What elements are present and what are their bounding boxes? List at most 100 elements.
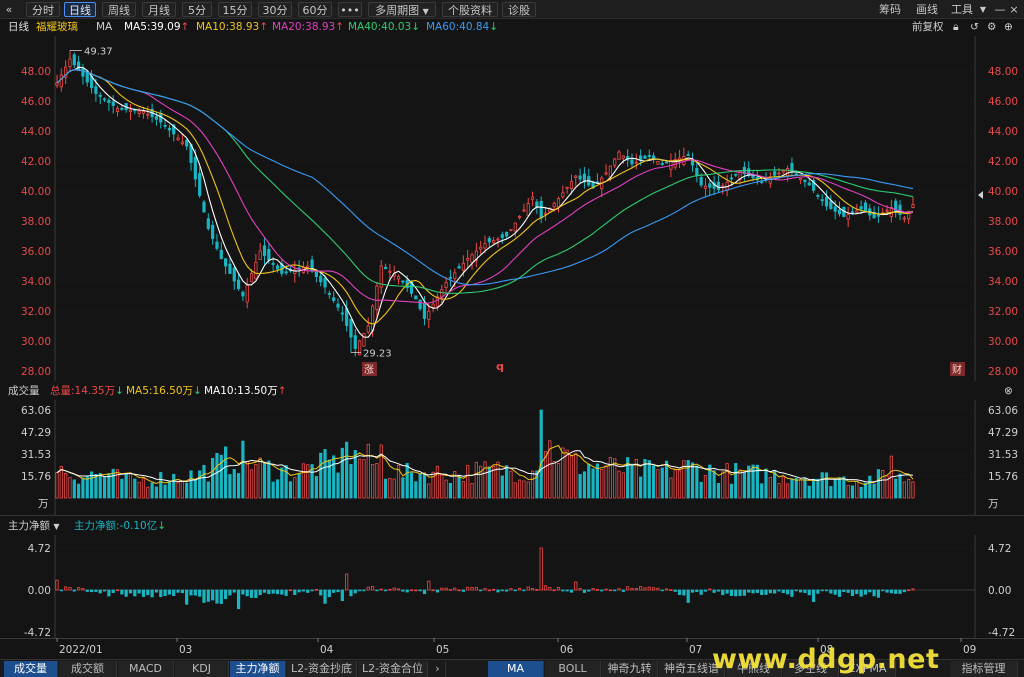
stock-name[interactable]: 福耀玻璃: [36, 19, 78, 36]
volume-label[interactable]: 成交量: [8, 383, 40, 400]
volume-bar: [336, 472, 340, 499]
candle-body: [59, 74, 63, 88]
tab-60min[interactable]: 60分: [298, 2, 332, 17]
candle-body: [167, 127, 172, 131]
flow-label[interactable]: 主力净额 ▼: [8, 518, 60, 535]
volume-bar: [600, 469, 604, 499]
tools-button[interactable]: 工具: [948, 2, 976, 17]
candle-body: [786, 168, 790, 177]
candle-body: [258, 250, 262, 261]
tab-ma[interactable]: MA: [488, 661, 544, 677]
candle-body: [107, 100, 111, 103]
flow-bar: [760, 589, 764, 596]
volume-bar: [284, 465, 288, 499]
volume-bar: [418, 473, 422, 499]
chips-button[interactable]: 筹码: [872, 2, 908, 17]
collapse-icon[interactable]: «: [4, 2, 14, 17]
volume-bar: [267, 460, 271, 499]
candle-body: [414, 295, 418, 300]
ma40-dir: ↓: [411, 21, 421, 33]
volume-bar: [621, 472, 625, 499]
tools-arrow-icon[interactable]: ▼: [978, 2, 988, 17]
draw-button[interactable]: 画线: [910, 2, 944, 17]
diagnose-button[interactable]: 诊股: [502, 2, 536, 17]
tab-weekly[interactable]: 周线: [102, 2, 136, 17]
add-icon[interactable]: ⊕: [1004, 19, 1013, 36]
volume-bar: [345, 441, 349, 499]
tab-macd[interactable]: MACD: [118, 661, 174, 677]
candle-body: [141, 111, 146, 114]
tab-turnover[interactable]: 成交额: [59, 661, 117, 677]
ma5-dir: ↑: [180, 21, 190, 33]
tab-daily[interactable]: 日线: [64, 2, 96, 17]
more-button[interactable]: •••: [338, 2, 362, 17]
volume-bar: [55, 472, 59, 499]
watermark: www.ddgp.net: [712, 644, 940, 675]
indicator-manage-button[interactable]: 指标管理: [950, 661, 1018, 677]
candle-body: [245, 284, 249, 303]
profile-button[interactable]: 个股资料: [442, 2, 498, 17]
candle-body: [68, 58, 72, 67]
volume-chart[interactable]: 63.06 63.06 47.29 47.29 31.53 31.53 15.76 15.76…: [0, 400, 1024, 516]
volume-bar: [414, 481, 418, 499]
close-icon[interactable]: ×: [1008, 2, 1020, 17]
period-label: 日线: [8, 21, 29, 33]
flow-bar: [483, 588, 487, 591]
candle-body: [232, 267, 236, 282]
flow-dir: ↓: [157, 520, 167, 532]
flow-bar: [98, 589, 102, 594]
volume-bar: [228, 474, 232, 499]
candle-body: [829, 200, 833, 210]
tab-30min[interactable]: 30分: [258, 2, 292, 17]
candle-body: [565, 186, 569, 189]
flow-bar: [487, 589, 491, 592]
flow-bar: [617, 588, 621, 591]
flow-bar: [824, 589, 829, 592]
flow-bar: [816, 589, 820, 594]
tab-boll[interactable]: BOLL: [545, 661, 601, 677]
flow-bar: [262, 589, 267, 593]
flow-bar: [881, 589, 885, 592]
candle-body: [353, 335, 357, 349]
date-label: 2022/01: [59, 644, 103, 656]
tab-monthly[interactable]: 月线: [142, 2, 176, 17]
volume-bar: [288, 481, 293, 499]
flow-bar: [604, 588, 608, 591]
ma60-reading: MA60:40.84↓: [426, 21, 499, 33]
flow-bar: [768, 589, 772, 594]
flow-bar: [401, 589, 405, 592]
volume-bg: [0, 400, 1024, 516]
minimize-icon[interactable]: —: [994, 2, 1006, 17]
volume-bar: [77, 483, 81, 499]
lock-icon[interactable]: 🔒︎: [953, 19, 959, 36]
adjust-toggle[interactable]: 前复权: [912, 19, 944, 36]
volume-bar: [340, 447, 344, 499]
volume-close-icon[interactable]: ⊗: [1004, 383, 1013, 400]
tab-scroll-right-icon[interactable]: ›: [430, 661, 446, 677]
candle-body: [876, 214, 881, 217]
flow-bar: [396, 588, 401, 591]
flow-bar: [375, 589, 379, 592]
price-chart[interactable]: 48.00 48.00 46.00 46.00 44.00 44.00 42.00 42.00…: [0, 36, 1024, 381]
ma60-name: MA60: [426, 21, 456, 33]
candle-body: [798, 177, 803, 181]
volume-bar: [461, 481, 465, 499]
vol-tick-right: 15.76: [988, 471, 1018, 483]
volume-bar: [842, 476, 846, 499]
flow-chart[interactable]: 4.72 4.72 0.00 0.00 -4.72 -4.72 2022/01 03 04 05 0…: [0, 535, 1024, 659]
multi-period-dropdown[interactable]: 多周期图 ▼: [368, 2, 436, 17]
flow-bar: [249, 589, 254, 598]
settings-icon[interactable]: ⚙: [987, 19, 996, 36]
tab-kdj[interactable]: KDJ: [175, 661, 229, 677]
tab-15min[interactable]: 15分: [218, 2, 252, 17]
tab-main-flow[interactable]: 主力净额: [230, 661, 286, 677]
tab-intraday[interactable]: 分时: [26, 2, 60, 17]
tab-magic9[interactable]: 神奇九转: [602, 661, 658, 677]
tab-5min[interactable]: 5分: [182, 2, 212, 17]
tab-l2-bottom[interactable]: L2-资金抄底: [287, 661, 357, 677]
back-icon[interactable]: ↺: [970, 19, 979, 36]
tab-l2-position[interactable]: L2-资金合位: [358, 661, 428, 677]
ma-indicator-label[interactable]: MA: [96, 19, 112, 36]
flow-bar: [907, 589, 911, 592]
tab-volume[interactable]: 成交量: [4, 661, 58, 677]
